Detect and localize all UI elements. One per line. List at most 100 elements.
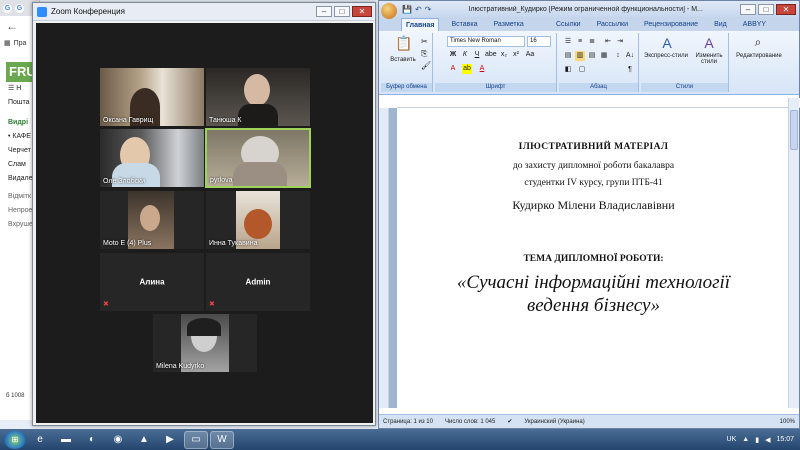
explorer-folder-icon[interactable]: ▬ (54, 431, 78, 449)
binoculars-icon[interactable]: ⌕ (743, 35, 773, 50)
font-color-icon[interactable]: A (477, 64, 487, 74)
video-tile[interactable]: Оксана Гаврищ (100, 68, 204, 126)
video-tile-active-speaker[interactable]: pyrlova (205, 128, 311, 188)
shading-icon[interactable]: ◧ (563, 65, 573, 75)
ribbon: 📋 Вставить ✂ ⎘ 🖌 Буфер обмена Times New … (379, 31, 799, 95)
font-size-select[interactable]: 16 (527, 36, 551, 47)
increase-indent-icon[interactable]: ⇥ (615, 37, 625, 47)
close-button[interactable]: ✕ (776, 3, 796, 15)
vertical-scrollbar[interactable] (788, 98, 799, 408)
align-center-icon[interactable]: ▥ (575, 51, 585, 61)
undo-icon[interactable]: ↶ (415, 5, 422, 14)
redo-icon[interactable]: ↷ (425, 5, 432, 14)
language-indicator[interactable]: UK (727, 436, 737, 443)
horizontal-ruler[interactable] (397, 98, 800, 108)
underline-button[interactable]: Ч (472, 50, 482, 60)
ribbon-tabs: Главная Вставка Разметка страницы Ссылки… (379, 17, 799, 41)
numbering-icon[interactable]: ≡ (575, 37, 585, 47)
word-count[interactable]: Число слов: 1 045 (445, 419, 495, 425)
word-titlebar[interactable]: 💾 ↶ ↷ Ілюстративний_Кудирко [Режим огран… (379, 1, 799, 19)
media-player-icon[interactable]: ▶ (158, 431, 182, 449)
tab-view[interactable]: Вид (710, 18, 731, 31)
decrease-indent-icon[interactable]: ⇤ (603, 37, 613, 47)
start-button[interactable]: ⊞ (4, 430, 26, 449)
superscript-button[interactable]: x² (511, 50, 521, 60)
format-painter-icon[interactable]: 🖌 (421, 61, 431, 70)
word-window: 💾 ↶ ↷ Ілюстративний_Кудирко [Режим огран… (378, 0, 800, 429)
document-area: ІЛЮСТРАТИВНИЙ МАТЕРІАЛ до захисту диплом… (389, 108, 790, 408)
google-icon[interactable]: G (15, 3, 24, 13)
network-icon[interactable]: ▮ (755, 436, 759, 444)
subscript-button[interactable]: x₂ (499, 50, 509, 60)
maximize-button[interactable]: □ (758, 3, 774, 15)
cut-icon[interactable]: ✂ (421, 37, 428, 46)
video-tile[interactable]: Инна Тукавина (206, 191, 310, 249)
google-icon[interactable]: G (3, 3, 12, 13)
change-styles-icon[interactable]: A (691, 35, 727, 51)
tab-review[interactable]: Рецензирование (640, 18, 702, 31)
minimize-button[interactable]: – (316, 6, 332, 17)
strikethrough-button[interactable]: abe (485, 50, 497, 60)
express-styles-button[interactable]: Экспресс-стили (641, 53, 691, 59)
volume-icon[interactable]: ◀ (765, 436, 770, 444)
zoom-taskbar-icon[interactable]: ▭ (184, 430, 208, 449)
chrome-icon[interactable]: ◉ (106, 431, 130, 449)
bullets-icon[interactable]: ☰ (563, 37, 573, 47)
tab-page-layout[interactable]: Разметка страницы (490, 18, 544, 41)
multilevel-list-icon[interactable]: ≣ (587, 37, 597, 47)
close-button[interactable]: ✕ (352, 6, 372, 17)
align-right-icon[interactable]: ▤ (587, 51, 597, 61)
save-icon[interactable]: 💾 (402, 5, 412, 14)
scrollbar-thumb[interactable] (790, 110, 798, 150)
paste-button[interactable]: Вставить (381, 57, 425, 63)
copy-icon[interactable]: ⎘ (421, 49, 427, 59)
font-name-select[interactable]: Times New Roman (447, 36, 525, 47)
page-count[interactable]: Страница: 1 из 10 (383, 419, 433, 425)
video-tile[interactable]: Танюша К (206, 68, 310, 126)
office-button[interactable] (381, 3, 397, 19)
document-page[interactable]: ІЛЮСТРАТИВНИЙ МАТЕРІАЛ до захисту диплом… (397, 108, 790, 408)
participant-name: Инна Тукавина (209, 240, 258, 247)
bold-button[interactable]: Ж (448, 50, 458, 60)
tab-mailings[interactable]: Рассылки (593, 18, 632, 31)
tab-references[interactable]: Ссылки (552, 18, 585, 31)
font-group-label: Шрифт (435, 83, 556, 92)
video-tile[interactable]: Admin ✖ (206, 253, 310, 311)
clock[interactable]: 15:07 (776, 436, 794, 443)
sort-icon[interactable]: A↓ (625, 51, 635, 61)
acrobat-icon[interactable]: ▲ (132, 431, 156, 449)
yandex-browser-icon[interactable]: ◐ (80, 431, 104, 449)
video-tile[interactable]: Milena Kudyrko (153, 314, 257, 372)
video-tile[interactable]: Оле Злобски (100, 129, 204, 187)
zoom-window-title: Zoom Конференция (51, 7, 125, 16)
language-indicator[interactable]: Украинский (Украина) (524, 419, 584, 425)
editing-button[interactable]: Редактирование (731, 53, 787, 59)
express-styles-icon[interactable]: A (647, 35, 687, 51)
spellcheck-icon[interactable]: ✔ (507, 418, 512, 425)
line-spacing-icon[interactable]: ↕ (613, 51, 623, 61)
vertical-ruler[interactable] (379, 108, 389, 408)
tab-insert[interactable]: Вставка (447, 18, 481, 31)
zoom-level[interactable]: 100% (780, 419, 799, 425)
maximize-button[interactable]: □ (334, 6, 350, 17)
video-tile[interactable]: Алина ✖ (100, 253, 204, 311)
word-taskbar-icon[interactable]: W (210, 430, 234, 449)
borders-icon[interactable]: ▢ (577, 65, 587, 75)
align-left-icon[interactable]: ▤ (563, 51, 573, 61)
highlight-color-icon[interactable]: ab (462, 64, 472, 74)
minimize-button[interactable]: – (740, 3, 756, 15)
video-tile[interactable]: Moto E (4) Plus (100, 191, 204, 249)
italic-button[interactable]: К (460, 50, 470, 60)
tab-home[interactable]: Главная (401, 18, 440, 31)
ie-icon[interactable]: e (28, 431, 52, 449)
show-marks-icon[interactable]: ¶ (625, 65, 635, 75)
editing-group: ⌕ Редактирование (731, 33, 787, 92)
change-case-button[interactable]: Aa (525, 50, 535, 60)
text-effects-icon[interactable]: A (448, 64, 458, 74)
change-styles-button[interactable]: Изменить стили (689, 53, 729, 65)
paste-icon[interactable]: 📋 (389, 35, 419, 55)
justify-icon[interactable]: ▦ (599, 51, 609, 61)
zoom-titlebar[interactable]: Zoom Конференция – □ ✕ (33, 3, 375, 21)
tab-abbyy[interactable]: ABBYY FineReader 12 (739, 18, 799, 41)
tray-arrow-icon[interactable]: ▲ (742, 436, 749, 443)
